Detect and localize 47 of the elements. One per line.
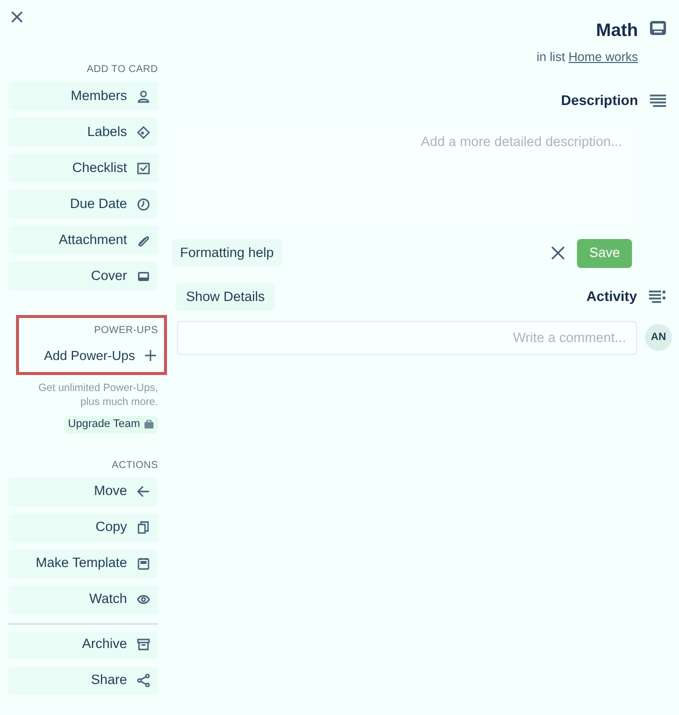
checkbox-icon [137,162,150,174]
sidebar-button[interactable]: Attachment [8,226,158,254]
formatting-help-button[interactable]: Formatting help [172,239,282,268]
activity-icon [649,290,666,304]
sidebar-button[interactable]: Labels [8,118,158,146]
power-ups-note: Get unlimited Power-Ups, plus much more. [37,380,158,408]
copy-icon [137,521,150,534]
eye-icon [137,593,150,606]
template-icon [137,557,150,570]
comment-field[interactable]: Write a comment... [177,320,637,355]
card-icon [137,270,150,282]
description-field[interactable]: Add a more detailed description... [172,124,632,223]
sidebar-button[interactable]: Make Template [8,550,158,578]
plus-icon [145,350,156,362]
sidebar-button[interactable]: Watch [8,586,158,614]
clock-icon [137,198,150,210]
card-title: Math [596,19,638,42]
show-details-button[interactable]: Show Details [176,282,275,311]
sidebar-button[interactable]: Share [8,666,158,694]
briefcase-icon [144,420,154,429]
upgrade-team-button[interactable]: Upgrade Team [64,416,158,434]
tag-icon [137,126,150,138]
card-icon [650,21,666,35]
share-icon [137,674,150,687]
sidebar-button[interactable]: Members [8,82,158,110]
list-location: in list Home works [536,49,638,66]
sidebar-button[interactable]: Due Date [8,190,158,218]
close-icon[interactable] [10,10,24,24]
paperclip-icon [137,234,150,246]
section-heading: ACTIONS [110,458,158,472]
person-icon [137,90,150,102]
sidebar-button[interactable]: Copy [8,514,158,542]
add-power-ups-button[interactable]: Add Power-Ups [44,346,158,366]
archive-icon [137,638,150,651]
sidebar-button[interactable]: Checklist [8,154,158,182]
section-heading: Description [560,90,638,110]
arrow-icon [137,485,150,498]
description-icon [650,94,666,107]
section-heading: Activity [585,287,637,306]
section-heading: POWER-UPS [94,324,158,338]
sidebar-button[interactable]: Cover [8,262,158,290]
sidebar-button[interactable]: Move [8,478,158,506]
avatar[interactable]: AN [645,324,672,352]
section-heading: ADD TO CARD [86,63,158,77]
close-icon[interactable] [551,246,566,260]
list-link[interactable]: Home works [568,50,638,64]
sidebar-button[interactable]: Archive [8,630,158,658]
